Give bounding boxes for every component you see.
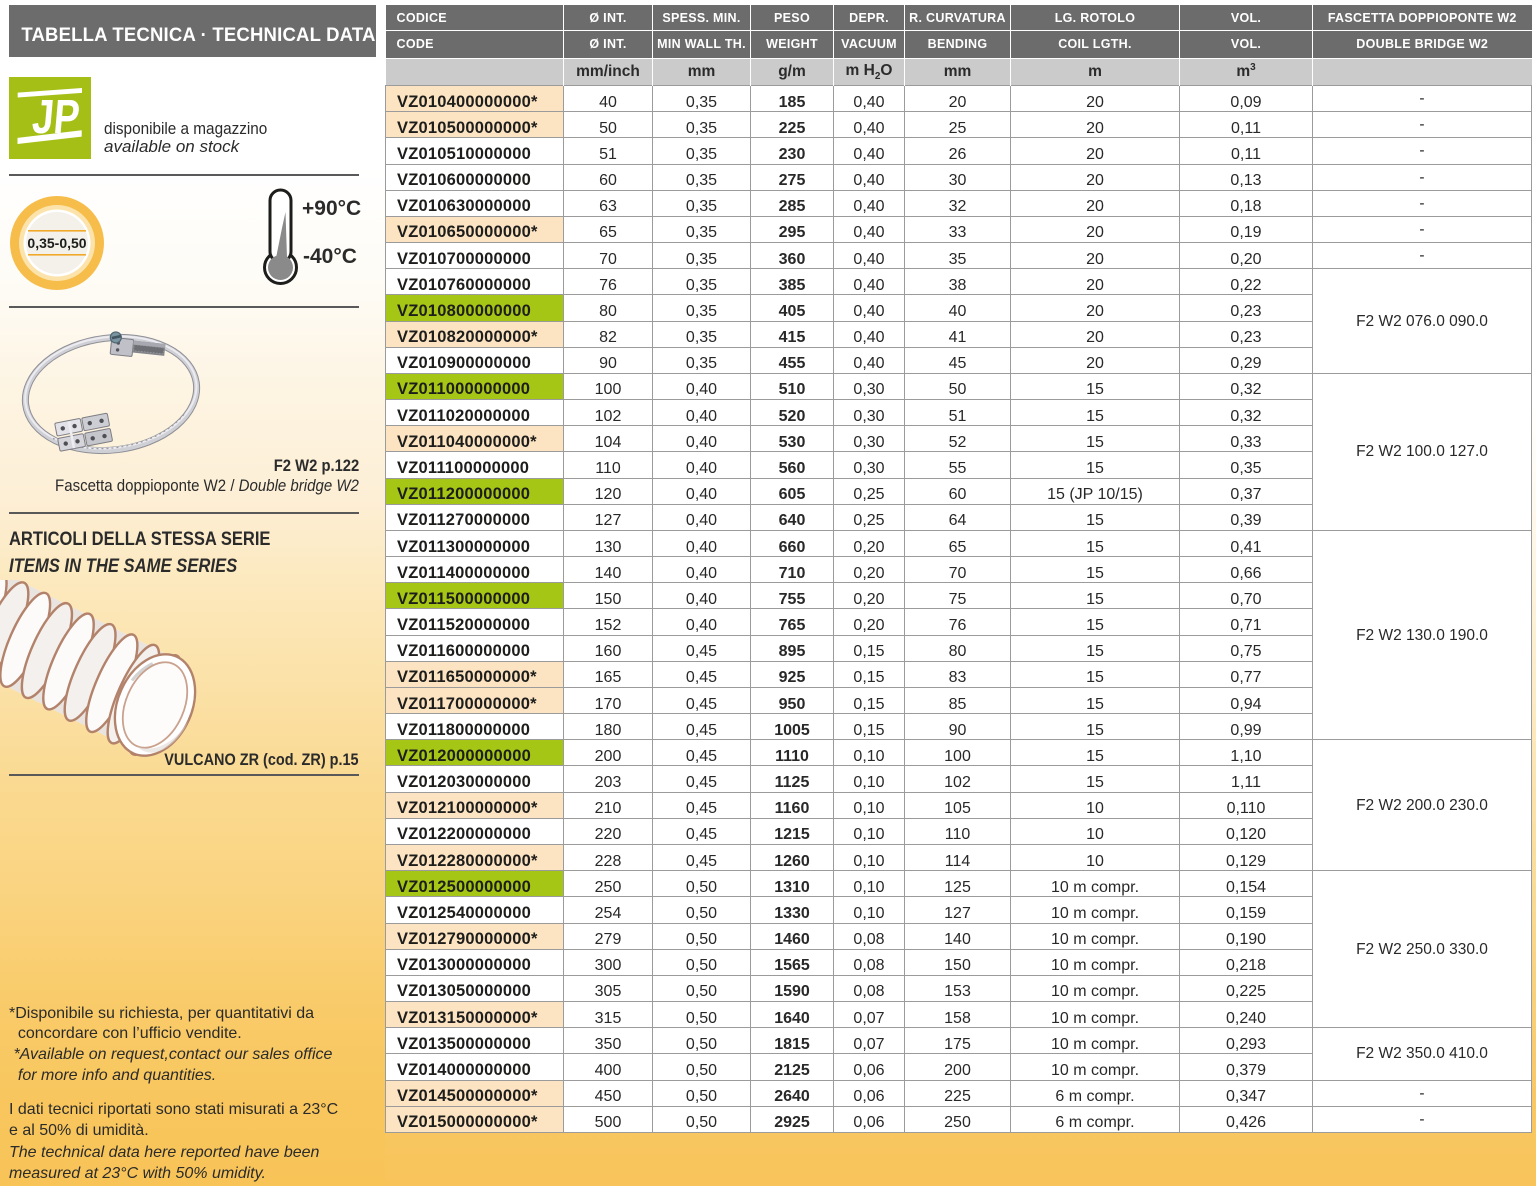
svg-text:JP: JP	[30, 90, 82, 144]
svg-text:0,35-0,50: 0,35-0,50	[27, 235, 86, 251]
